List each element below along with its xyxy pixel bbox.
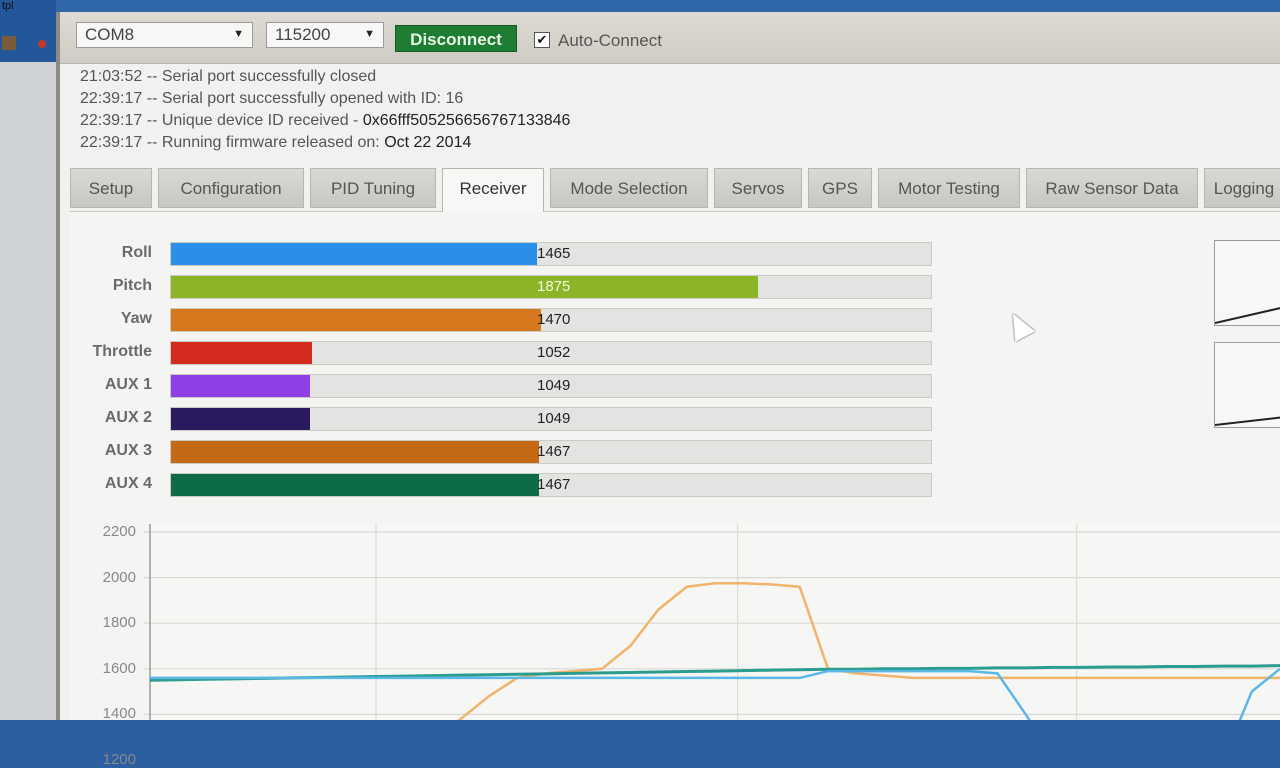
channel-label: Yaw bbox=[120, 310, 152, 327]
channel-bar: 1467 bbox=[170, 440, 932, 464]
baud-value: 115200 bbox=[275, 25, 331, 44]
channel-value: 1049 bbox=[537, 377, 571, 394]
log-time: 21:03:52 bbox=[80, 68, 143, 85]
channel-label: AUX 2 bbox=[104, 409, 152, 426]
baud-select[interactable]: 115200 ▼ bbox=[266, 22, 384, 48]
channel-bar-fill bbox=[171, 408, 311, 430]
channel-bar-fill bbox=[171, 474, 540, 496]
channel-label: Roll bbox=[121, 244, 152, 261]
log-text: -- Running firmware released on: bbox=[146, 134, 380, 151]
channel-label: AUX 1 bbox=[104, 376, 152, 393]
tab-setup[interactable]: Setup bbox=[70, 168, 152, 208]
log-time: 22:39:17 bbox=[80, 112, 143, 129]
channel-bar-fill bbox=[171, 375, 311, 397]
channel-bar: 1465 bbox=[170, 242, 932, 266]
stick-preview-line bbox=[1214, 307, 1280, 324]
channel-bar: 1470 bbox=[170, 308, 932, 332]
channel-value: 1467 bbox=[537, 476, 571, 493]
desktop-notification-dot bbox=[38, 40, 46, 48]
tab-motor-testing[interactable]: Motor Testing bbox=[878, 168, 1020, 208]
stick-preview-box bbox=[1214, 342, 1280, 428]
channel-value: 1875 bbox=[537, 278, 571, 295]
desktop-side-strip: tpl bbox=[0, 0, 56, 720]
log-text: -- Unique device ID received - bbox=[146, 112, 359, 129]
port-value: COM8 bbox=[85, 25, 135, 44]
chevron-down-icon: ▼ bbox=[233, 28, 244, 40]
channel-bar-fill bbox=[171, 342, 312, 364]
tab-servos[interactable]: Servos bbox=[714, 168, 802, 208]
log-text: -- Serial port successfully opened with … bbox=[146, 90, 464, 107]
desktop-corner-tag: tpl bbox=[2, 0, 14, 12]
channel-value: 1467 bbox=[537, 443, 571, 460]
channel-bar: 1052 bbox=[170, 341, 932, 365]
log-line: 21:03:52 -- Serial port successfully clo… bbox=[80, 68, 376, 86]
channel-bar-fill bbox=[171, 276, 758, 298]
tab-configuration[interactable]: Configuration bbox=[158, 168, 304, 208]
stick-preview-box bbox=[1214, 240, 1280, 326]
port-select[interactable]: COM8 ▼ bbox=[76, 22, 253, 48]
channel-bar: 1049 bbox=[170, 407, 932, 431]
main-tabs: Setup Configuration PID Tuning Receiver … bbox=[70, 168, 1280, 212]
console-log: 21:03:52 -- Serial port successfully clo… bbox=[80, 64, 1260, 156]
channel-label: AUX 3 bbox=[104, 442, 152, 459]
channel-label: AUX 4 bbox=[104, 475, 152, 492]
graph-y-tick-label: 1200 bbox=[102, 751, 136, 768]
tab-gps[interactable]: GPS bbox=[808, 168, 872, 208]
connection-toolbar: COM8 ▼ 115200 ▼ Disconnect ✔ Auto-Connec… bbox=[60, 12, 1280, 64]
firmware-date-value: Oct 22 2014 bbox=[384, 134, 472, 151]
log-time: 22:39:17 bbox=[80, 90, 143, 107]
log-time: 22:39:17 bbox=[80, 134, 143, 151]
chevron-down-icon: ▼ bbox=[364, 28, 375, 40]
log-text: -- Serial port successfully closed bbox=[146, 68, 377, 85]
channel-bar: 1875 bbox=[170, 275, 932, 299]
tab-receiver[interactable]: Receiver bbox=[442, 168, 544, 212]
auto-connect-checkbox[interactable]: ✔ bbox=[534, 32, 550, 48]
channel-value: 1052 bbox=[537, 344, 571, 361]
tab-raw-sensor-data[interactable]: Raw Sensor Data bbox=[1026, 168, 1198, 208]
channel-value: 1470 bbox=[537, 311, 571, 328]
tab-pid-tuning[interactable]: PID Tuning bbox=[310, 168, 436, 208]
channel-value: 1049 bbox=[537, 410, 571, 427]
channel-bar-fill bbox=[171, 309, 542, 331]
desktop-app-icon[interactable] bbox=[2, 36, 16, 50]
tab-logging[interactable]: Logging bbox=[1204, 168, 1280, 208]
channel-label: Throttle bbox=[92, 343, 152, 360]
channel-bar: 1467 bbox=[170, 473, 932, 497]
graph-plot-area bbox=[150, 524, 1280, 720]
channel-value: 1465 bbox=[537, 245, 571, 262]
channel-bar: 1049 bbox=[170, 374, 932, 398]
log-line: 22:39:17 -- Running firmware released on… bbox=[80, 134, 471, 152]
device-id-value: 0x66fff505256656767133846 bbox=[362, 112, 571, 129]
log-line: 22:39:17 -- Serial port successfully ope… bbox=[80, 90, 463, 108]
auto-connect-label: Auto-Connect bbox=[558, 31, 662, 50]
channel-bar-fill bbox=[171, 243, 537, 265]
receiver-graph bbox=[144, 524, 1280, 720]
log-line: 22:39:17 -- Unique device ID received - … bbox=[80, 112, 570, 130]
tab-mode-selection[interactable]: Mode Selection bbox=[550, 168, 708, 208]
channel-label: Pitch bbox=[112, 277, 152, 294]
channel-bar-fill bbox=[171, 441, 540, 463]
disconnect-button[interactable]: Disconnect bbox=[395, 25, 517, 52]
stick-preview-line bbox=[1214, 416, 1280, 426]
